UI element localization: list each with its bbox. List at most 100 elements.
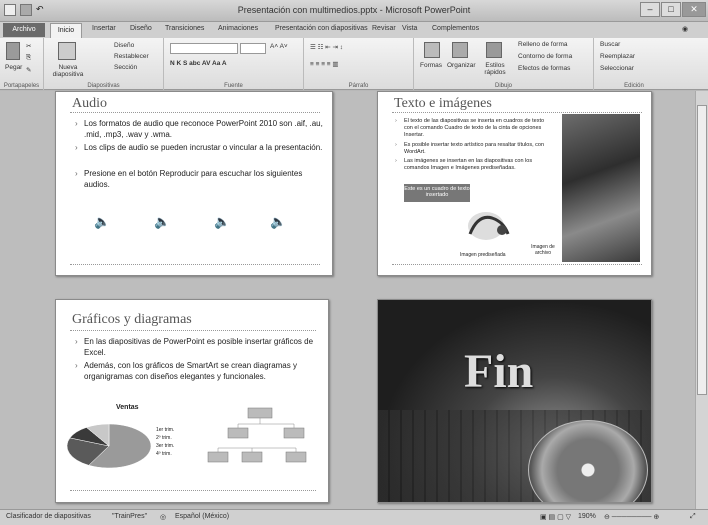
group-label-paragraph: Párrafo xyxy=(348,83,369,89)
format-painter-icon[interactable]: ✎ xyxy=(26,66,31,74)
layout-button[interactable]: Diseño xyxy=(114,42,134,49)
close-button[interactable]: ✕ xyxy=(682,2,706,17)
shape-fill-button[interactable]: Relleno de forma xyxy=(518,41,568,48)
group-label-editing: Edición xyxy=(624,83,644,89)
group-slides: Nueva diapositiva Diseño Restablecer Sec… xyxy=(44,38,164,90)
copy-icon[interactable]: ⎘ xyxy=(26,54,31,62)
tab-transitions[interactable]: Transiciones xyxy=(165,25,204,32)
shapes-icon[interactable] xyxy=(424,42,440,58)
font-name-combo[interactable] xyxy=(170,43,238,54)
legend-item: 1er trim. xyxy=(156,427,175,433)
legend-item: 4º trim. xyxy=(156,451,172,457)
bullet: Las imágenes se insertan en las diaposit… xyxy=(395,158,554,172)
maximize-button[interactable]: □ xyxy=(661,2,681,17)
footer-divider xyxy=(70,264,320,265)
list-buttons[interactable]: ☰ ☷ ⇤ ⇥ ↕ xyxy=(310,43,343,51)
arrange-button[interactable]: Organizar xyxy=(447,62,476,69)
speaker-icon[interactable]: 🔈 xyxy=(154,214,170,230)
inserted-text-box[interactable]: Este es un cuadro de texto insertado xyxy=(404,184,470,202)
slide-title: Texto e imágenes xyxy=(394,96,492,111)
tab-design[interactable]: Diseño xyxy=(130,25,152,32)
tab-view[interactable]: Vista xyxy=(402,25,417,32)
new-slide-icon[interactable] xyxy=(58,42,76,60)
align-buttons[interactable]: ≡ ≡ ≡ ≡ ▥ xyxy=(310,60,339,68)
ribbon: Pegar ✂ ⎘ ✎ Portapapeles Nueva diapositi… xyxy=(0,38,708,90)
tab-slideshow[interactable]: Presentación con diapositivas xyxy=(275,25,368,32)
paste-button[interactable]: Pegar xyxy=(5,64,22,71)
footer-divider xyxy=(70,490,316,491)
pie-chart[interactable] xyxy=(64,412,164,482)
bullet: En las diapositivas de PowerPoint es pos… xyxy=(75,336,320,358)
paste-icon[interactable] xyxy=(6,42,20,60)
speaker-icon[interactable]: 🔈 xyxy=(270,214,286,230)
fit-window-icon[interactable]: ⤢ xyxy=(690,513,696,521)
shape-outline-button[interactable]: Contorno de forma xyxy=(518,53,572,60)
shape-effects-button[interactable]: Efectos de formas xyxy=(518,65,570,72)
select-button[interactable]: Seleccionar xyxy=(600,65,634,72)
legend-item: 2º trim. xyxy=(156,435,172,441)
group-drawing: Formas Organizar Estilos rápidos Relleno… xyxy=(414,38,594,90)
grow-font-icon[interactable]: A˄ A˅ xyxy=(270,43,288,50)
font-size-combo[interactable] xyxy=(240,43,266,54)
view-indicator: Clasificador de diapositivas xyxy=(6,513,91,520)
view-buttons[interactable]: ▣ ▤ ▢ ▽ xyxy=(540,513,571,521)
group-paragraph: ☰ ☷ ⇤ ⇥ ↕ ≡ ≡ ≡ ≡ ▥ Párrafo xyxy=(304,38,414,90)
title-bar: ↶ Presentación con multimedios.pptx - Mi… xyxy=(0,0,708,22)
chart-title: Ventas xyxy=(116,404,139,411)
bullet: El texto de las diapositivas se inserta … xyxy=(395,118,554,139)
tab-animations[interactable]: Animaciones xyxy=(218,25,258,32)
slide-thumbnail-audio[interactable]: Audio Los formatos de audio que reconoce… xyxy=(55,91,333,276)
new-slide-button[interactable]: Nueva diapositiva xyxy=(48,64,88,78)
find-button[interactable]: Buscar xyxy=(600,41,620,48)
slide-title: Fin xyxy=(464,345,534,398)
legend-item: 3er trim. xyxy=(156,443,175,449)
replace-button[interactable]: Reemplazar xyxy=(600,53,635,60)
group-font: A˄ A˅ N K S abc AV Aa A Fuente xyxy=(164,38,304,90)
section-button[interactable]: Sección xyxy=(114,64,137,71)
bullet: Además, con los gráficos de SmartArt se … xyxy=(75,360,320,382)
help-icon[interactable]: ◉ xyxy=(682,25,688,33)
slide-thumbnail-end[interactable]: Fin xyxy=(377,299,652,503)
window-title: Presentación con multimedios.pptx - Micr… xyxy=(237,5,471,15)
theme-indicator: "TrainPres" xyxy=(112,513,148,520)
speaker-icon[interactable]: 🔈 xyxy=(214,214,230,230)
ribbon-tabs: Archivo Inicio Insertar Diseño Transicio… xyxy=(0,22,708,38)
language-indicator[interactable]: Español (México) xyxy=(175,513,229,520)
tab-review[interactable]: Revisar xyxy=(372,25,396,32)
slide-title: Gráficos y diagramas xyxy=(72,312,192,327)
group-clipboard: Pegar ✂ ⎘ ✎ Portapapeles xyxy=(0,38,44,90)
quick-styles-icon[interactable] xyxy=(486,42,502,58)
smartart-diagram[interactable] xyxy=(206,404,316,484)
tab-addins[interactable]: Complementos xyxy=(432,25,479,32)
reset-button[interactable]: Restablecer xyxy=(114,53,149,60)
slide-thumbnail-charts[interactable]: Gráficos y diagramas En las diapositivas… xyxy=(55,299,329,503)
scroll-thumb[interactable] xyxy=(697,105,707,395)
slide-thumbnail-text-images[interactable]: Texto e imágenes El texto de las diaposi… xyxy=(377,91,652,276)
clipart-image[interactable] xyxy=(458,204,518,244)
title-divider xyxy=(392,112,642,113)
zoom-level[interactable]: 190% xyxy=(578,513,596,520)
zoom-slider[interactable]: ⊖ ──────── ⊕ xyxy=(604,513,659,521)
vertical-scrollbar[interactable] xyxy=(695,91,708,509)
tab-home[interactable]: Inicio xyxy=(50,23,82,38)
quick-styles-button[interactable]: Estilos rápidos xyxy=(478,62,512,76)
bullet: Los clips de audio se pueden incrustar o… xyxy=(75,142,324,153)
bullet: Presione en el botón Reproducir para esc… xyxy=(75,168,324,190)
shapes-button[interactable]: Formas xyxy=(420,62,442,69)
slide-sorter-pane: Audio Los formatos de audio que reconoce… xyxy=(0,91,708,509)
group-label-drawing: Dibujo xyxy=(494,83,512,89)
tab-insert[interactable]: Insertar xyxy=(92,25,116,32)
spellcheck-icon[interactable]: ◎ xyxy=(160,513,166,521)
cut-icon[interactable]: ✂ xyxy=(26,42,31,50)
caption: Imagen prediseñada xyxy=(460,252,506,258)
group-editing: Buscar Reemplazar Seleccionar Edición xyxy=(594,38,674,90)
speaker-icon[interactable]: 🔈 xyxy=(94,214,110,230)
photo-image[interactable] xyxy=(562,114,640,262)
status-bar: Clasificador de diapositivas "TrainPres"… xyxy=(0,509,708,525)
chart-legend: 1er trim. 2º trim. 3er trim. 4º trim. xyxy=(156,426,174,458)
arrange-icon[interactable] xyxy=(452,42,468,58)
bullet: Es posible insertar texto artístico para… xyxy=(395,142,554,156)
tab-file[interactable]: Archivo xyxy=(3,23,45,37)
minimize-button[interactable]: – xyxy=(640,2,660,17)
font-format-buttons[interactable]: N K S abc AV Aa A xyxy=(170,60,227,67)
